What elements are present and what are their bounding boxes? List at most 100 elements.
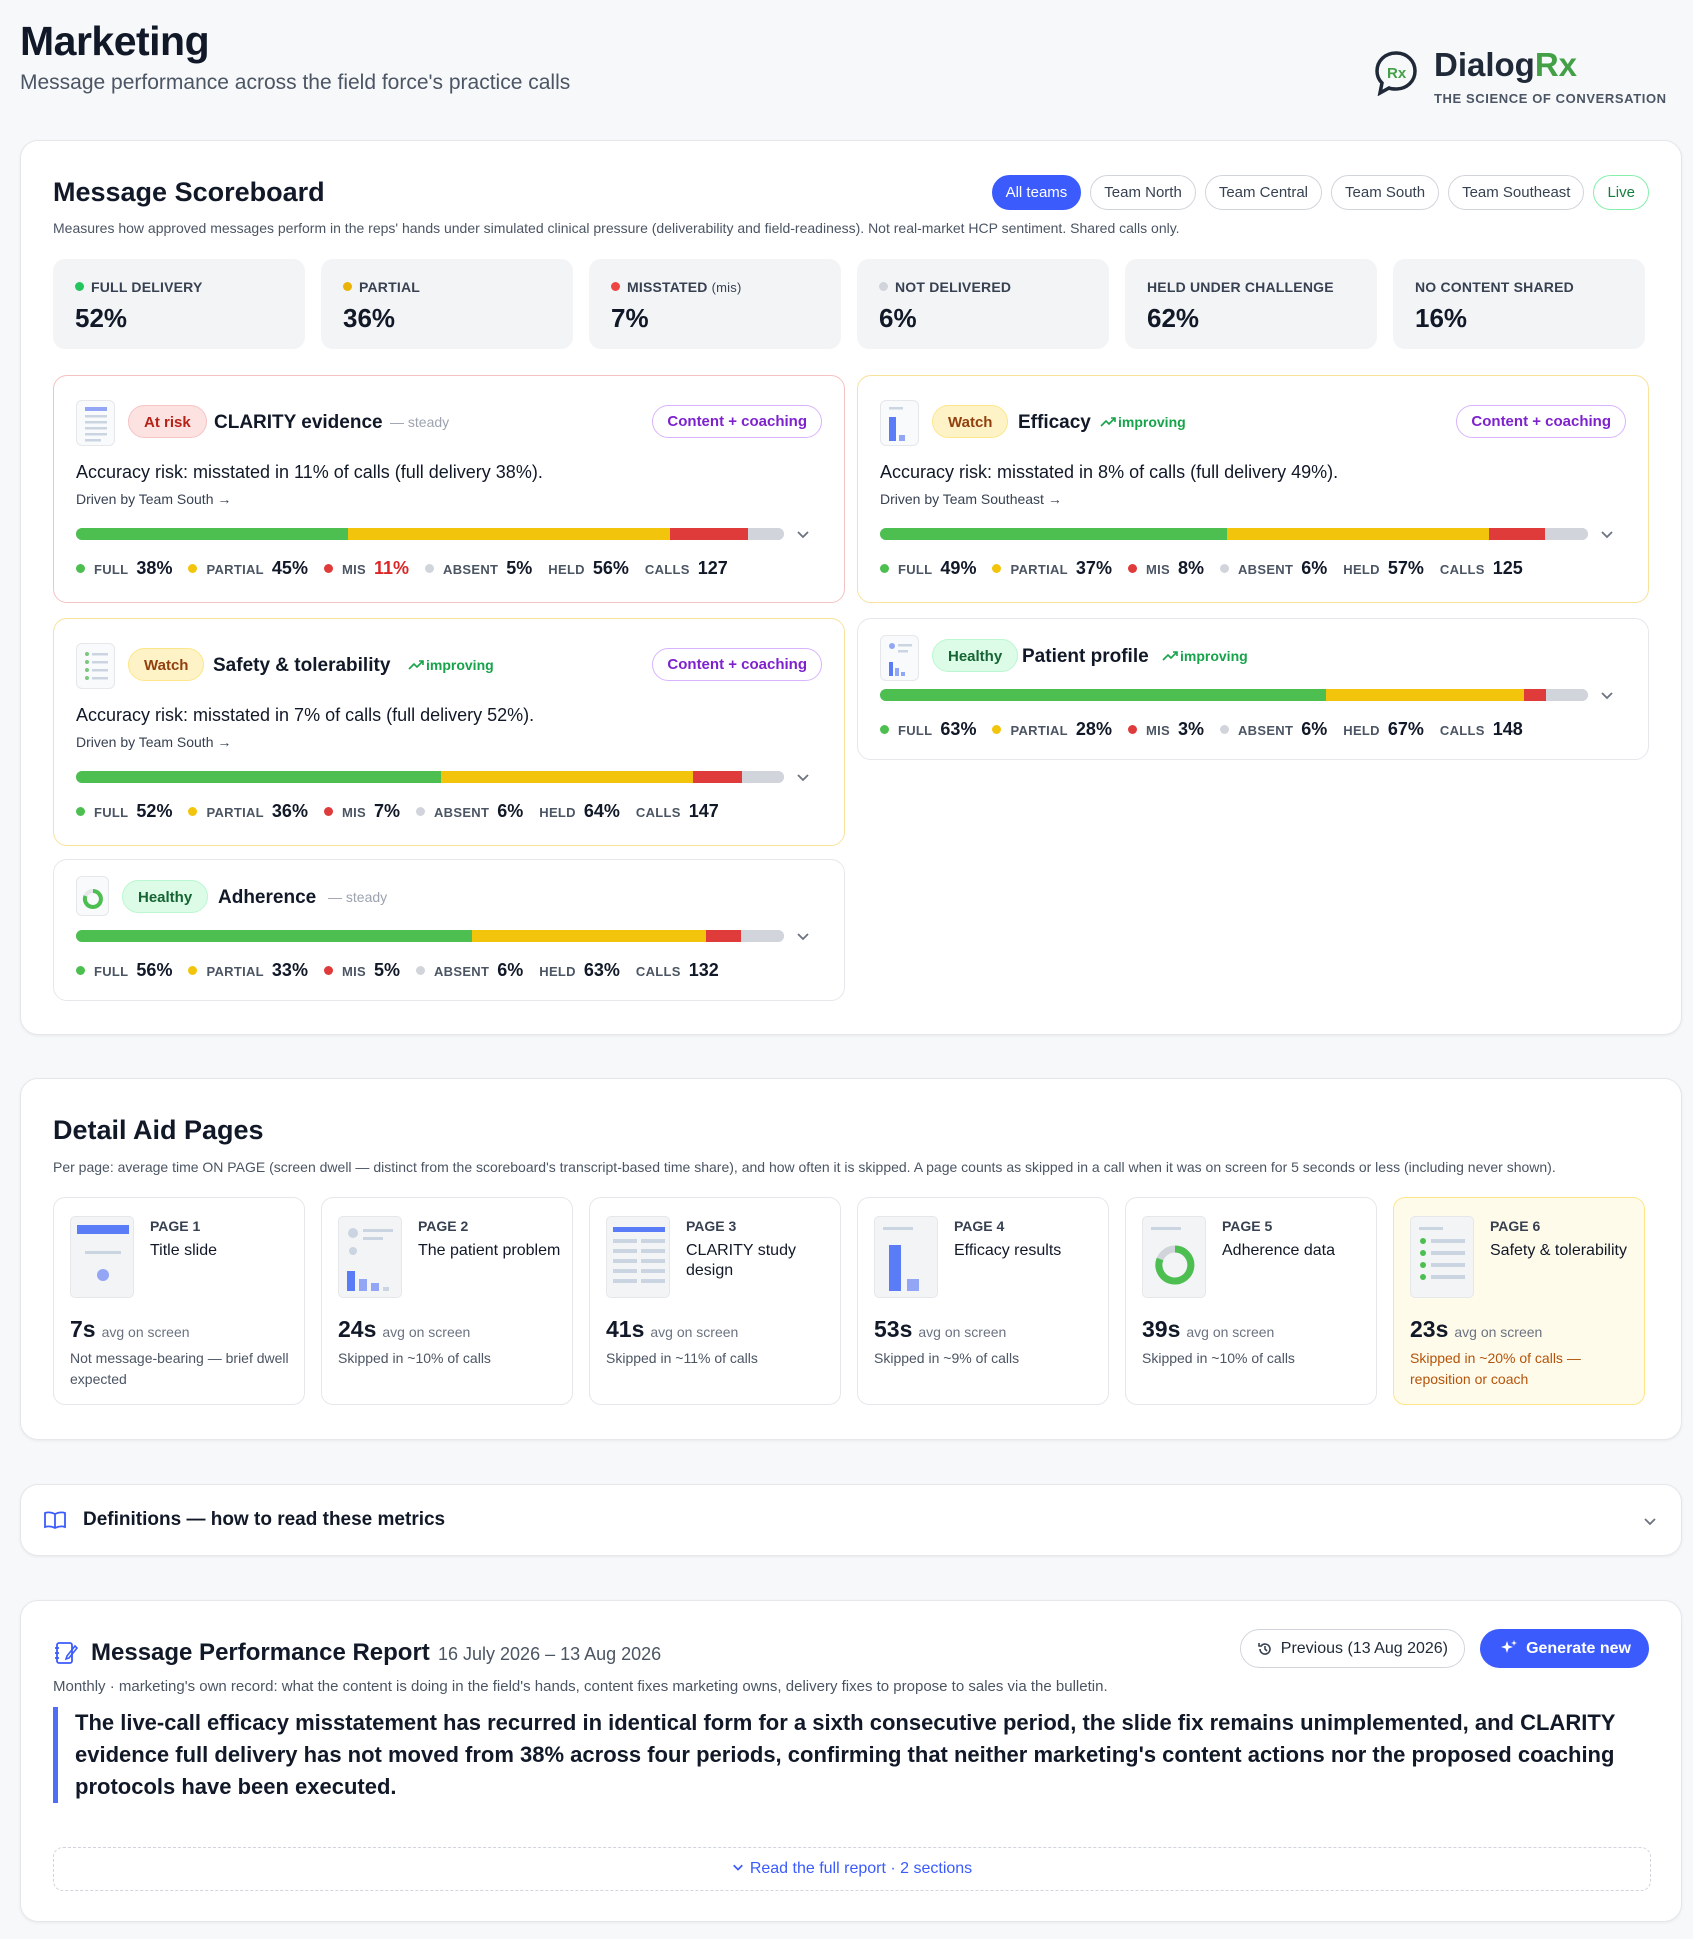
bar-segment-absent — [741, 930, 784, 942]
delivery-bar — [76, 930, 784, 942]
message-name: CLARITY evidence — [214, 412, 383, 433]
kpi-value: 7% — [611, 303, 649, 333]
bar-segment-mis — [1524, 689, 1546, 701]
message-name: Patient profile — [1022, 646, 1149, 667]
driven-by-link[interactable]: Driven by Team Southeast → — [880, 491, 1062, 507]
chevron-down-icon[interactable] — [1600, 688, 1614, 702]
definitions-title: Definitions — how to read these metrics — [83, 1509, 446, 1530]
bar-segment-partial — [1326, 689, 1525, 701]
team-tab-all[interactable]: All teams — [991, 175, 1082, 210]
aid-dwell-time: 24s — [338, 1316, 377, 1342]
kpi-no-content-shared: NO CONTENT SHARED 16% — [1393, 259, 1645, 349]
message-name: Efficacy — [1018, 412, 1091, 433]
kpi-value: 36% — [343, 303, 396, 333]
message-card-clarity-evidence[interactable]: At risk CLARITY evidence — steady Conten… — [53, 375, 845, 603]
delivery-bar — [880, 528, 1588, 540]
chevron-down-icon[interactable] — [1643, 1514, 1657, 1528]
aid-page-number: PAGE 1 — [150, 1218, 201, 1234]
previous-report-button[interactable]: Previous (13 Aug 2026) — [1239, 1629, 1465, 1668]
chevron-down-icon[interactable] — [796, 770, 810, 784]
team-tab-southeast[interactable]: Team Southeast — [1448, 175, 1585, 210]
brand-name: DialogRx — [1434, 46, 1578, 83]
driven-by-link[interactable]: Driven by Team South → — [76, 491, 231, 507]
recommendation-badge: Content + coaching — [652, 405, 822, 438]
brand-tagline: THE SCIENCE OF CONVERSATION — [1434, 91, 1667, 106]
donut-chart-icon — [76, 876, 109, 916]
detail-aid-description: Per page: average time ON PAGE (screen d… — [53, 1159, 1556, 1175]
checklist-icon — [76, 643, 115, 689]
aid-dwell-time: 23s — [1410, 1316, 1449, 1342]
driven-by-link[interactable]: Driven by Team South → — [76, 734, 231, 750]
message-card-patient-profile[interactable]: Healthy Patient profile improving FULL 63… — [857, 618, 1649, 760]
message-card-adherence[interactable]: Healthy Adherence — steady FULL 56% PARTI… — [53, 859, 845, 1001]
delivery-bar — [76, 528, 784, 540]
team-tab-central[interactable]: Team Central — [1204, 175, 1323, 210]
report-summary: The live-call efficacy misstatement has … — [53, 1707, 1651, 1803]
trend-label: — steady — [328, 889, 388, 905]
efficacy-bar-chart-icon — [874, 1216, 938, 1298]
aid-page-number: PAGE 4 — [954, 1218, 1005, 1234]
recommendation-badge: Content + coaching — [1456, 405, 1626, 438]
trend-label: improving — [1100, 414, 1186, 430]
report-card: Message Performance Report 16 July 2026 … — [20, 1600, 1682, 1922]
chevron-down-icon[interactable] — [796, 929, 810, 943]
accuracy-risk-text: Accuracy risk: misstated in 8% of calls … — [880, 462, 1339, 482]
aid-page-number: PAGE 6 — [1490, 1218, 1541, 1234]
grey-dot-icon — [879, 282, 888, 291]
delivery-bar — [76, 771, 784, 783]
bar-segment-mis — [706, 930, 742, 942]
aid-page-6[interactable]: PAGE 6 Safety & tolerability 23s avg on s… — [1393, 1197, 1645, 1405]
status-badge: Healthy — [122, 880, 209, 913]
stats-row: FULL 52% PARTIAL 36% MIS 7% ABSENT 6% HELD 64… — [76, 801, 735, 822]
bar-segment-full — [76, 930, 473, 942]
aid-page-3[interactable]: PAGE 3 CLARITY study design 41s avg on sc… — [589, 1197, 841, 1405]
scoreboard-title: Message Scoreboard — [53, 177, 325, 207]
team-tab-south[interactable]: Team South — [1331, 175, 1440, 210]
document-lines-icon — [76, 400, 115, 446]
chevron-down-icon[interactable] — [1600, 527, 1614, 541]
bar-segment-absent — [741, 771, 784, 783]
aid-page-name: The patient problem — [418, 1242, 561, 1259]
aid-skip-note: Skipped in ~9% of calls — [874, 1350, 1020, 1366]
aid-page-name: Title slide — [150, 1242, 217, 1259]
aid-page-name: Adherence data — [1222, 1242, 1335, 1259]
trend-label: improving — [408, 657, 494, 673]
aid-dwell-time: 53s — [874, 1316, 913, 1342]
aid-page-2[interactable]: PAGE 2 The patient problem 24s avg on scr… — [321, 1197, 573, 1405]
kpi-full-delivery: FULL DELIVERY 52% — [53, 259, 305, 349]
aid-page-4[interactable]: PAGE 4 Efficacy results 53s avg on screen… — [857, 1197, 1109, 1405]
recommendation-badge: Content + coaching — [652, 648, 822, 681]
yellow-dot-icon — [343, 282, 352, 291]
generate-new-button[interactable]: Generate new — [1480, 1629, 1649, 1668]
kpi-held-under-challenge: HELD UNDER CHALLENGE 62% — [1125, 259, 1377, 349]
stats-row: FULL 63% PARTIAL 28% MIS 3% ABSENT 6% HELD 67… — [880, 719, 1539, 740]
read-full-report-link[interactable]: Read the full report · 2 sections — [53, 1847, 1651, 1891]
bar-segment-partial — [440, 771, 693, 783]
kpi-value: 62% — [1147, 303, 1200, 333]
chevron-down-icon[interactable] — [796, 527, 810, 541]
definitions-accordion[interactable]: Definitions — how to read these metrics — [20, 1484, 1682, 1556]
adherence-donut-icon — [1142, 1216, 1206, 1298]
live-toggle[interactable]: Live — [1593, 175, 1649, 210]
history-icon — [1257, 1643, 1271, 1655]
title-slide-icon — [70, 1216, 134, 1298]
aid-dwell-time: 39s — [1142, 1316, 1181, 1342]
sparkle-icon — [1501, 1640, 1518, 1653]
message-card-safety-tolerability[interactable]: Watch Safety & tolerability improving Co… — [53, 618, 845, 846]
aid-page-5[interactable]: PAGE 5 Adherence data 39s avg on screen S… — [1125, 1197, 1377, 1405]
aid-page-number: PAGE 5 — [1222, 1218, 1273, 1234]
aid-page-1[interactable]: PAGE 1 Title slide 7s avg on screen Not m… — [53, 1197, 305, 1405]
chat-bubble-icon: Rx — [1375, 51, 1417, 96]
message-card-efficacy[interactable]: Watch Efficacy improving Content + coach… — [857, 375, 1649, 603]
aid-skip-note: Not message-bearing — brief dwell expect… — [70, 1350, 289, 1387]
trend-label: improving — [1162, 648, 1248, 664]
bar-segment-mis — [692, 771, 742, 783]
team-tab-north[interactable]: Team North — [1090, 175, 1196, 210]
bar-segment-mis — [1488, 528, 1546, 540]
aid-dwell-time: 7s — [70, 1316, 96, 1342]
kpi-partial: PARTIAL 36% — [321, 259, 573, 349]
bar-segment-partial — [347, 528, 670, 540]
scoreboard-description: Measures how approved messages perform i… — [53, 220, 1180, 236]
kpi-not-delivered: NOT DELIVERED 6% — [857, 259, 1109, 349]
bar-segment-absent — [1545, 528, 1588, 540]
